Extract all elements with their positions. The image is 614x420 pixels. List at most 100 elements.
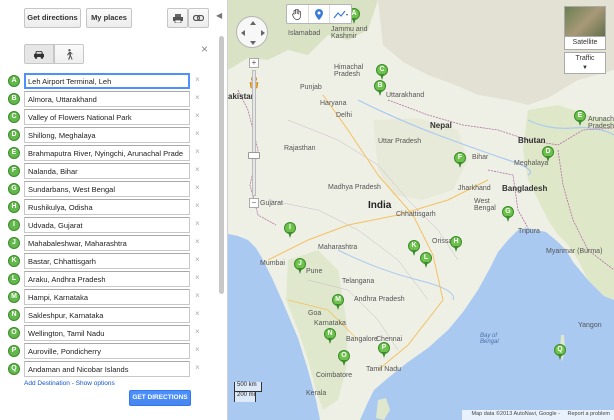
report-problem-link[interactable]: Report a problem bbox=[568, 411, 611, 417]
destination-input[interactable] bbox=[24, 145, 190, 161]
map-scale: 500 km 200 mi bbox=[234, 382, 262, 402]
label-bihar: Bihar bbox=[472, 154, 489, 161]
map-pin[interactable]: B bbox=[374, 80, 386, 96]
print-button[interactable] bbox=[167, 8, 188, 28]
collapse-panel-icon[interactable]: ◀ bbox=[216, 11, 222, 20]
map-pin-tail bbox=[546, 156, 550, 162]
destination-input[interactable] bbox=[24, 289, 190, 305]
destination-marker-icon: Q bbox=[8, 363, 20, 375]
destination-marker-icon: B bbox=[8, 93, 20, 105]
remove-destination-icon[interactable]: × bbox=[195, 165, 200, 174]
destination-input[interactable] bbox=[24, 253, 190, 269]
map-pin[interactable]: E bbox=[574, 110, 586, 126]
destination-input[interactable] bbox=[24, 181, 190, 197]
map-pin-tail bbox=[336, 304, 340, 310]
destination-input[interactable] bbox=[24, 307, 190, 323]
zoom-track[interactable] bbox=[252, 70, 256, 196]
label-andhra: Andhra Pradesh bbox=[354, 296, 405, 303]
destination-input[interactable] bbox=[24, 127, 190, 143]
destination-input[interactable] bbox=[24, 217, 190, 233]
traffic-button[interactable]: Traffic ▼ bbox=[564, 52, 606, 74]
destination-row: E× bbox=[0, 145, 228, 163]
zoom-slider-handle[interactable] bbox=[248, 152, 260, 159]
map-pin[interactable]: I bbox=[284, 222, 296, 238]
remove-destination-icon[interactable]: × bbox=[195, 309, 200, 318]
map-canvas[interactable]: Islamabad Jammu and Kashmir akistan Hima… bbox=[228, 0, 614, 420]
destination-marker-icon: L bbox=[8, 273, 20, 285]
label-chhattisgarh: Chhattisgarh bbox=[396, 211, 436, 218]
remove-destination-icon[interactable]: × bbox=[195, 111, 200, 120]
remove-destination-icon[interactable]: × bbox=[195, 129, 200, 138]
label-jammu-kashmir: Jammu and Kashmir bbox=[331, 26, 368, 40]
get-directions-button[interactable]: GET DIRECTIONS bbox=[129, 390, 191, 406]
destination-marker-icon: D bbox=[8, 129, 20, 141]
map-pin-tail bbox=[380, 74, 384, 80]
map-pin[interactable]: Q bbox=[554, 344, 566, 360]
remove-destination-icon[interactable]: × bbox=[195, 345, 200, 354]
remove-destination-icon[interactable]: × bbox=[195, 363, 200, 372]
remove-destination-icon[interactable]: × bbox=[195, 147, 200, 156]
map-pin[interactable]: D bbox=[542, 146, 554, 162]
pan-control[interactable] bbox=[236, 16, 268, 48]
link-button[interactable] bbox=[188, 8, 209, 28]
car-mode-button[interactable] bbox=[24, 44, 54, 64]
satellite-button[interactable]: Satellite bbox=[564, 36, 606, 50]
destination-row: A× bbox=[0, 73, 228, 91]
map-pin[interactable]: N bbox=[324, 328, 336, 344]
map-pin-tail bbox=[454, 246, 458, 252]
panel-scrollbar[interactable] bbox=[219, 36, 224, 294]
zoom-out-button[interactable]: − bbox=[249, 198, 259, 208]
destination-input[interactable] bbox=[24, 271, 190, 287]
remove-destination-icon[interactable]: × bbox=[195, 237, 200, 246]
close-icon[interactable]: × bbox=[201, 42, 208, 56]
remove-destination-icon[interactable]: × bbox=[195, 273, 200, 282]
zoom-in-button[interactable]: + bbox=[249, 58, 259, 68]
map-pin-tail bbox=[328, 338, 332, 344]
map-pin[interactable]: P bbox=[378, 342, 390, 358]
hand-tool-button[interactable] bbox=[287, 5, 309, 23]
add-destination-link[interactable]: Add Destination bbox=[24, 380, 70, 387]
destination-input[interactable] bbox=[24, 235, 190, 251]
remove-destination-icon[interactable]: × bbox=[195, 327, 200, 336]
destination-marker-icon: F bbox=[8, 165, 20, 177]
map-pin[interactable]: H bbox=[450, 236, 462, 252]
my-places-tab[interactable]: My places bbox=[86, 8, 132, 28]
destination-input[interactable] bbox=[24, 325, 190, 341]
label-bhutan: Bhutan bbox=[518, 136, 546, 145]
destination-input[interactable] bbox=[24, 109, 190, 125]
remove-destination-icon[interactable]: × bbox=[195, 93, 200, 102]
map-pin[interactable]: M bbox=[332, 294, 344, 310]
destination-input[interactable] bbox=[24, 163, 190, 179]
satellite-thumbnail[interactable] bbox=[564, 6, 606, 40]
destination-input[interactable] bbox=[24, 343, 190, 359]
destination-input[interactable] bbox=[24, 91, 190, 107]
remove-destination-icon[interactable]: × bbox=[195, 291, 200, 300]
show-options-link[interactable]: Show options bbox=[76, 380, 115, 387]
walk-mode-button[interactable] bbox=[54, 44, 84, 64]
remove-destination-icon[interactable]: × bbox=[195, 183, 200, 192]
remove-destination-icon[interactable]: × bbox=[195, 75, 200, 84]
map-pin[interactable]: J bbox=[294, 258, 306, 274]
map-pin[interactable]: G bbox=[502, 206, 514, 222]
car-icon bbox=[34, 50, 44, 59]
map-pin-tail bbox=[342, 360, 346, 366]
get-directions-tab[interactable]: Get directions bbox=[24, 8, 81, 28]
remove-destination-icon[interactable]: × bbox=[195, 219, 200, 228]
remove-destination-icon[interactable]: × bbox=[195, 201, 200, 210]
line-tool-button[interactable] bbox=[330, 5, 351, 23]
map-pin[interactable]: F bbox=[454, 152, 466, 168]
map-pin[interactable]: O bbox=[338, 350, 350, 366]
map-pin[interactable]: L bbox=[420, 252, 432, 268]
destination-input[interactable] bbox=[24, 199, 190, 215]
marker-tool-button[interactable] bbox=[309, 5, 331, 23]
destination-input[interactable] bbox=[24, 73, 190, 89]
destination-marker-icon: H bbox=[8, 201, 20, 213]
label-bangalore: Bangalore bbox=[346, 336, 378, 343]
map-pin-tail bbox=[458, 162, 462, 168]
line-draw-icon bbox=[333, 10, 348, 18]
remove-destination-icon[interactable]: × bbox=[195, 255, 200, 264]
map-pin[interactable]: K bbox=[408, 240, 420, 256]
map-pin-tail bbox=[298, 268, 302, 274]
map-pin[interactable]: C bbox=[376, 64, 388, 80]
destination-input[interactable] bbox=[24, 361, 190, 377]
